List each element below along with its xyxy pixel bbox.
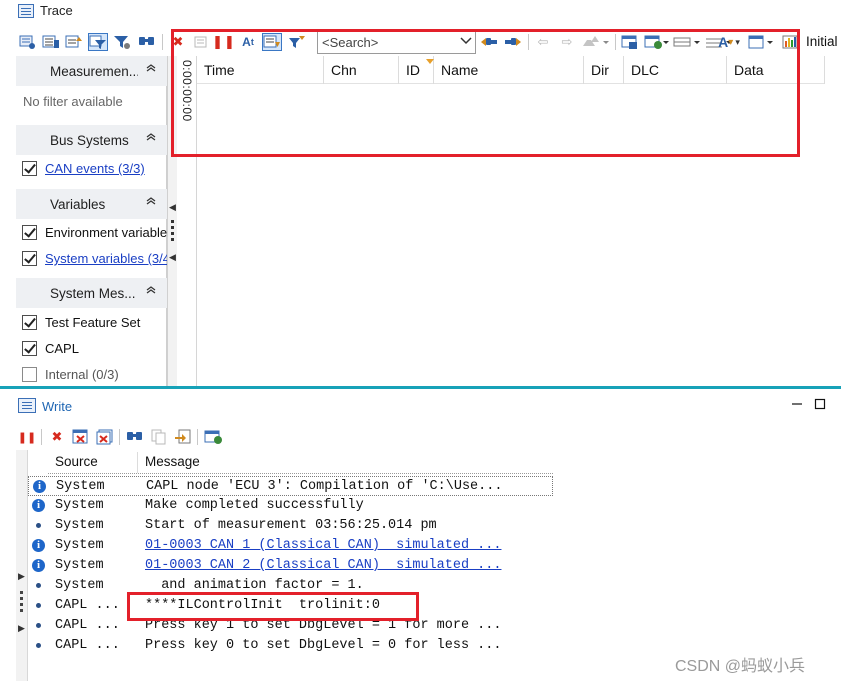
write-title: Write	[42, 399, 73, 414]
table-row[interactable]: i System CAPL node 'ECU 3': Compilation …	[28, 476, 553, 496]
export-icon[interactable]	[173, 428, 193, 446]
environment-variables-label: Environment variables	[45, 225, 167, 240]
highlight-box-trace-header	[171, 29, 800, 157]
info-icon: i	[32, 559, 45, 572]
collapse-icon[interactable]	[146, 196, 156, 209]
bullet-icon	[36, 623, 41, 628]
highlight-box-capl-message	[127, 592, 419, 621]
test-feature-set-label: Test Feature Set	[45, 315, 141, 330]
info-icon: i	[33, 480, 46, 493]
filter-pane: Measuremen... No filter available Bus Sy…	[16, 56, 167, 386]
write-window: Write ❚❚ ✖ ▶ ▶ Source Message i System C…	[0, 389, 841, 681]
system-messages-header-label: System Mes...	[50, 286, 136, 301]
capl-label: CAPL	[45, 341, 79, 356]
checkbox[interactable]	[22, 341, 37, 356]
message-link[interactable]: 01-0003 CAN 1 (Classical CAN) simulated …	[145, 538, 501, 553]
collapse-icon[interactable]	[146, 63, 156, 76]
filter-config-icon[interactable]	[18, 33, 38, 51]
filter-settings-icon[interactable]	[112, 33, 132, 51]
column-message[interactable]: Message	[138, 452, 553, 473]
filter-view-icon[interactable]	[88, 33, 108, 51]
clear-icon[interactable]: ✖	[47, 428, 67, 446]
checkbox[interactable]	[22, 161, 37, 176]
info-icon: i	[32, 539, 45, 552]
measurement-header-label: Measuremen...	[50, 64, 138, 79]
system-messages-header[interactable]: System Mes...	[16, 278, 167, 308]
trace-window: Trace ✖ ❚❚ At ⇦ ⇨ A ▾ ▾ <Search> Initial…	[0, 0, 841, 386]
bullet-icon	[36, 603, 41, 608]
watermark: CSDN @蚂蚁小兵	[675, 658, 806, 675]
checkbox[interactable]	[22, 251, 37, 266]
copy-icon[interactable]	[149, 428, 169, 446]
write-window-icon	[18, 398, 36, 413]
collapse-icon[interactable]	[146, 285, 156, 298]
filter-item-can-events[interactable]: CAN events (3/3)	[16, 157, 167, 181]
window-layout-icon[interactable]	[203, 428, 223, 446]
expand-right-icon[interactable]: ◀	[169, 252, 176, 263]
variables-header[interactable]: Variables	[16, 189, 167, 219]
pause-icon[interactable]: ❚❚	[17, 428, 37, 446]
can-events-link[interactable]: CAN events (3/3)	[45, 161, 145, 176]
bullet-icon	[36, 583, 41, 588]
filter-item-environment-variables[interactable]: Environment variables	[16, 221, 167, 245]
checkbox[interactable]	[22, 225, 37, 240]
filter-item-capl[interactable]: CAPL	[16, 337, 167, 361]
checkbox[interactable]	[22, 315, 37, 330]
find-icon[interactable]	[125, 428, 145, 446]
no-filter-text: No filter available	[23, 94, 123, 109]
bus-systems-header-label: Bus Systems	[50, 133, 129, 148]
table-row[interactable]: i System 01-0003 CAN 2 (Classical CAN) s…	[28, 556, 553, 576]
clear-page-icon[interactable]	[71, 428, 91, 446]
table-row[interactable]: i System 01-0003 CAN 1 (Classical CAN) s…	[28, 536, 553, 556]
system-variables-link[interactable]: System variables (3/4	[45, 251, 167, 266]
expand-icon[interactable]: ▶	[18, 623, 25, 634]
internal-label: Internal (0/3)	[45, 367, 119, 382]
collapse-icon[interactable]	[146, 132, 156, 145]
columns-config-icon[interactable]	[41, 33, 61, 51]
variables-header-label: Variables	[50, 197, 106, 212]
minimize-icon[interactable]	[789, 396, 805, 412]
write-toolbar: ❚❚ ✖	[0, 425, 841, 449]
checkbox[interactable]	[22, 367, 37, 382]
filter-item-internal[interactable]: Internal (0/3)	[16, 363, 167, 387]
trace-title-bar: Trace	[0, 0, 841, 22]
trace-window-icon	[18, 4, 34, 18]
message-link[interactable]: 01-0003 CAN 2 (Classical CAN) simulated …	[145, 558, 501, 573]
bullet-icon	[36, 643, 41, 648]
info-icon: i	[32, 499, 45, 512]
write-column-header: Source Message	[48, 452, 553, 474]
collapse-icon[interactable]: ▶	[18, 571, 25, 582]
write-gutter[interactable]: ▶ ▶	[16, 450, 28, 681]
table-row[interactable]: i System Make completed successfully	[28, 496, 553, 516]
bus-systems-header[interactable]: Bus Systems	[16, 125, 167, 155]
table-row[interactable]: CAPL ... Press key 0 to set DbgLevel = 0…	[28, 636, 553, 656]
find-icon[interactable]	[137, 33, 157, 51]
initial-label[interactable]: Initial	[806, 34, 838, 49]
column-source[interactable]: Source	[48, 452, 138, 473]
table-row[interactable]: System Start of measurement 03:56:25.014…	[28, 516, 553, 536]
filter-item-test-feature-set[interactable]: Test Feature Set	[16, 311, 167, 335]
collapse-left-icon[interactable]: ◀	[169, 202, 176, 213]
trace-title: Trace	[40, 3, 73, 18]
sort-icon[interactable]	[64, 33, 84, 51]
clear-all-pages-icon[interactable]	[95, 428, 115, 446]
measurement-header[interactable]: Measuremen...	[16, 56, 167, 86]
bullet-icon	[36, 523, 41, 528]
maximize-icon[interactable]	[812, 396, 828, 412]
filter-item-system-variables[interactable]: System variables (3/4	[16, 247, 167, 271]
